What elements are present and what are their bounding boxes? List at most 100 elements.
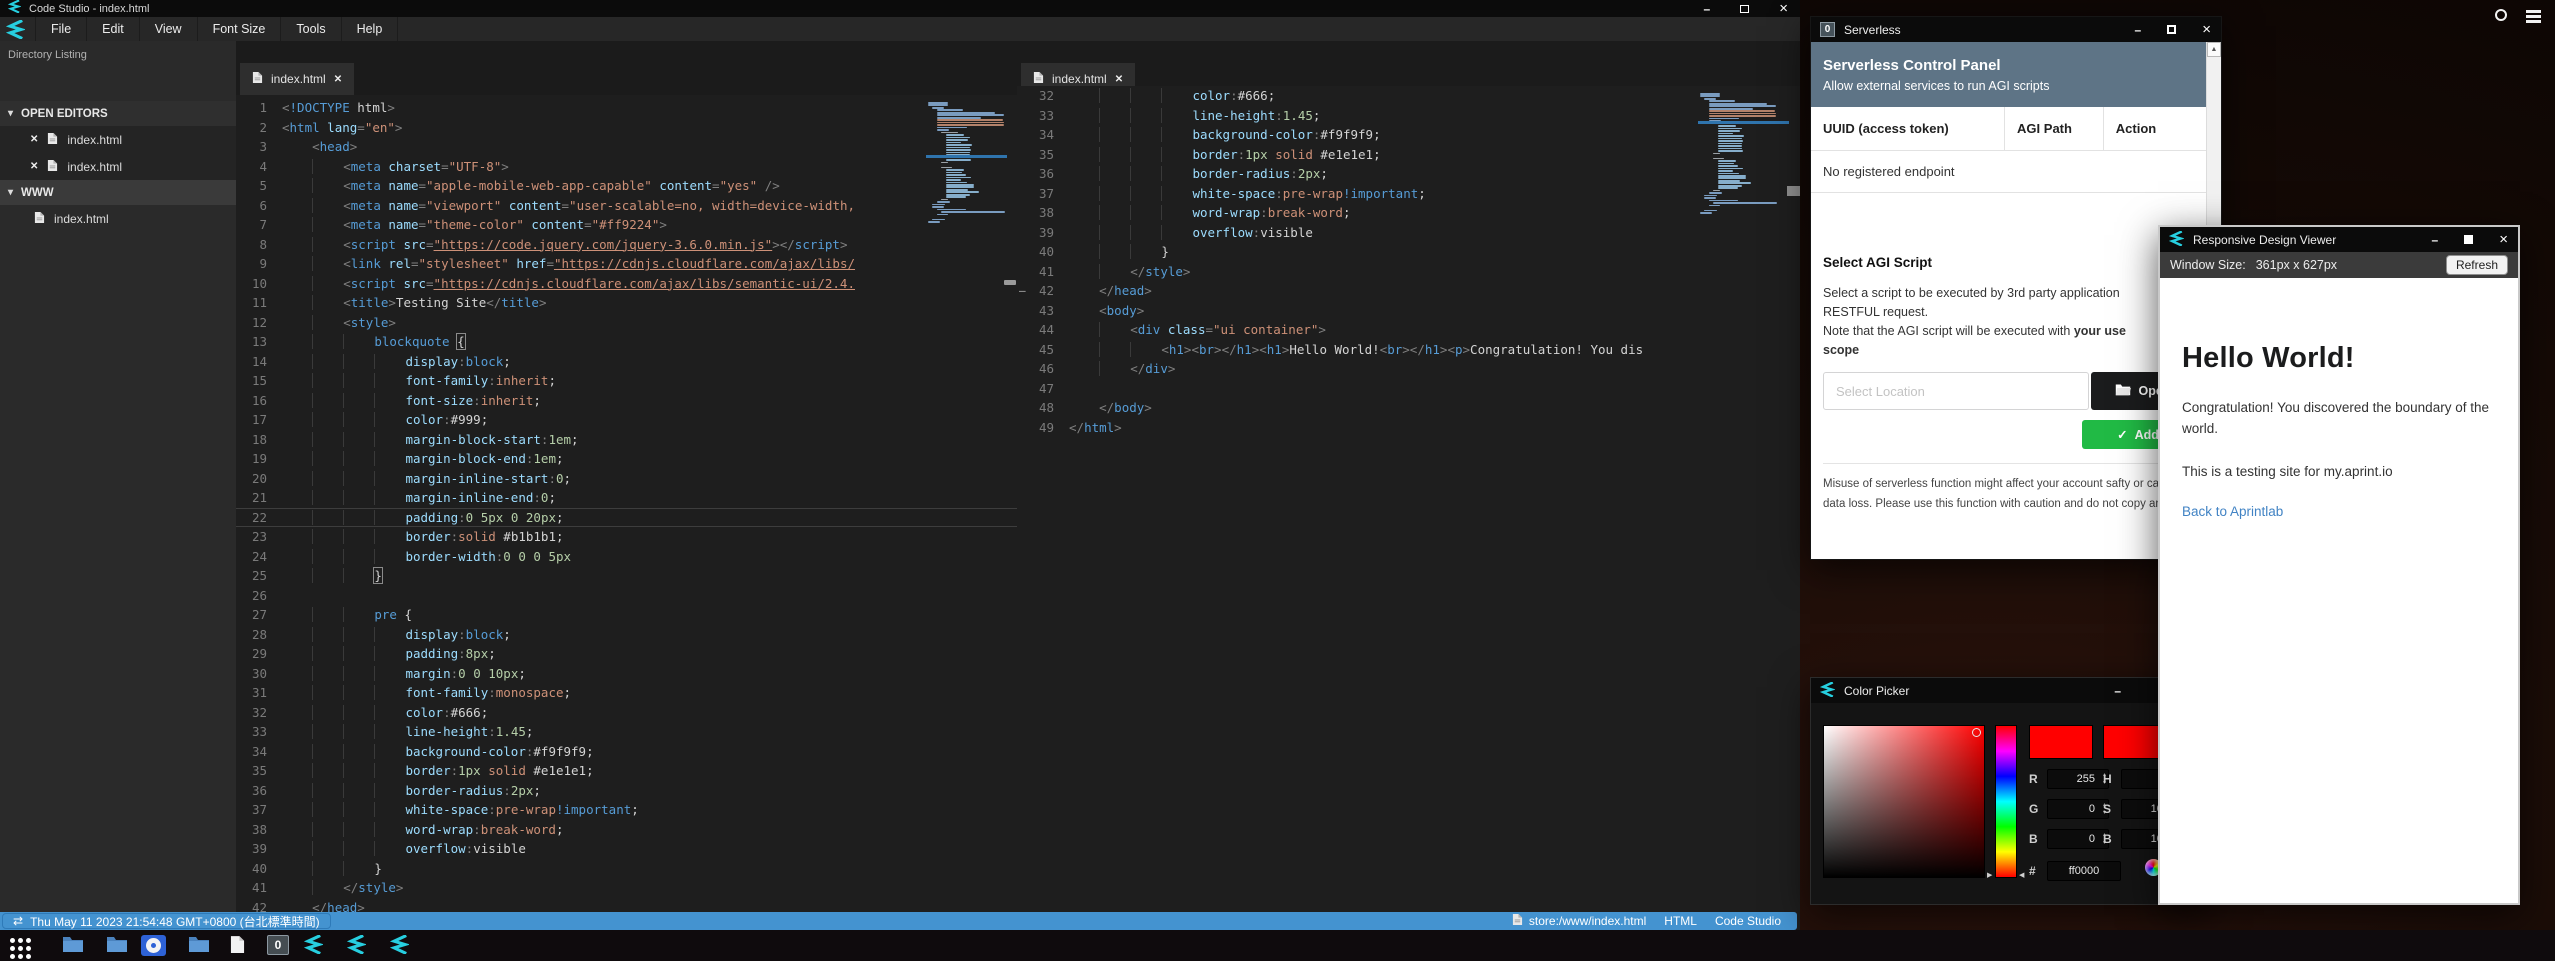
code-line-41[interactable]: 41 </style>	[236, 878, 1017, 898]
code-line-34[interactable]: 34 background-color:#f9f9f9;	[1017, 125, 1800, 145]
code-line-41[interactable]: 41 </style>	[1017, 262, 1800, 282]
code-line-33[interactable]: 33 line-height:1.45;	[1017, 106, 1800, 126]
restore-icon[interactable]	[1740, 5, 1749, 13]
code-line-18[interactable]: 18 margin-block-start:1em;	[236, 430, 1017, 450]
hue-marker-left-icon[interactable]: ▶	[1987, 871, 1992, 879]
code-line-36[interactable]: 36 border-radius:2px;	[1017, 164, 1800, 184]
minimap-1[interactable]	[928, 102, 1005, 224]
code-line-27[interactable]: 27 pre {	[236, 605, 1017, 625]
menu-tools[interactable]: Tools	[281, 17, 341, 41]
close-icon[interactable]: ×	[2499, 232, 2508, 247]
code-line-31[interactable]: 31 font-family:monospace;	[236, 683, 1017, 703]
saturation-cursor-icon[interactable]	[1972, 728, 1981, 737]
code-line-39[interactable]: 39 overflow:visible	[1017, 223, 1800, 243]
taskbar-folder-1-icon[interactable]	[62, 935, 84, 958]
close-tab-icon[interactable]: ✕	[1115, 74, 1123, 85]
taskbar-code-studio-app-2-icon[interactable]	[347, 935, 366, 959]
code-line-42[interactable]: 42 </head>	[236, 898, 1017, 913]
code-line-32[interactable]: 32 color:#666;	[236, 703, 1017, 723]
field-value-input[interactable]: 255▴▾	[2047, 769, 2109, 789]
code-line-44[interactable]: 44 <div class="ui container">	[1017, 320, 1800, 340]
code-line-37[interactable]: 37 white-space:pre-wrap!important;	[236, 800, 1017, 820]
tab-index-html-1[interactable]: index.html ✕	[240, 63, 354, 95]
scrollbar-thumb[interactable]	[1004, 280, 1016, 285]
menu-edit[interactable]: Edit	[87, 17, 140, 41]
minimize-icon[interactable]: –	[2135, 24, 2142, 36]
viewer-title-bar[interactable]: Responsive Design Viewer – ×	[2160, 227, 2518, 252]
code-line-14[interactable]: 14 display:block;	[236, 352, 1017, 372]
code-line-17[interactable]: 17 color:#999;	[236, 410, 1017, 430]
status-datetime[interactable]: ⇄ Thu May 11 2023 21:54:48 GMT+0800 (台北標…	[2, 913, 331, 929]
scrollbar-thumb[interactable]	[1787, 186, 1800, 196]
code-line-33[interactable]: 33 line-height:1.45;	[236, 722, 1017, 742]
minimize-icon[interactable]: –	[1704, 3, 1711, 15]
taskbar-media-app-icon[interactable]	[141, 935, 166, 956]
menu-view[interactable]: View	[140, 17, 198, 41]
close-icon[interactable]: ✕	[30, 161, 38, 172]
status-language[interactable]: HTML	[1664, 914, 1697, 928]
code-line-5[interactable]: 5 <meta name="apple-mobile-web-app-capab…	[236, 176, 1017, 196]
code-line-4[interactable]: 4 <meta charset="UTF-8">	[236, 157, 1017, 177]
sidebar-section-www[interactable]: ▾WWW	[0, 180, 236, 205]
maximize-icon[interactable]	[2167, 25, 2176, 34]
select-location-input[interactable]	[1823, 372, 2089, 410]
color-picker-title-bar[interactable]: Color Picker –	[1811, 678, 2209, 703]
code-line-10[interactable]: 10 <script src="https://cdnjs.cloudflare…	[236, 274, 1017, 294]
hue-slider[interactable]	[1995, 725, 2017, 878]
code-line-38[interactable]: 38 word-wrap:break-word;	[1017, 203, 1800, 223]
close-icon[interactable]: ×	[1779, 1, 1788, 16]
maximize-icon[interactable]	[2464, 235, 2473, 244]
refresh-button[interactable]: Refresh	[2446, 255, 2508, 275]
code-line-43[interactable]: 43 <body>	[1017, 301, 1800, 321]
hamburger-menu-icon[interactable]	[2526, 10, 2541, 25]
taskbar-code-studio-app-1-icon[interactable]	[304, 935, 323, 959]
code-line-46[interactable]: 46 </div>	[1017, 359, 1800, 379]
code-line-45[interactable]: 45 <h1><br></h1><h1>Hello World!<br></h1…	[1017, 340, 1800, 360]
scroll-up-icon[interactable]: ▲	[2207, 42, 2221, 57]
taskbar-app-launcher-icon[interactable]	[10, 938, 31, 959]
menu-font-size[interactable]: Font Size	[198, 17, 282, 41]
code-line-32[interactable]: 32 color:#666;	[1017, 86, 1800, 106]
status-file-path[interactable]: store:/www/index.html	[1512, 913, 1646, 929]
code-line-25[interactable]: 25 }	[236, 566, 1017, 586]
code-line-22[interactable]: 22 padding:0 5px 0 20px;	[236, 508, 1017, 528]
code-line-35[interactable]: 35 border:1px solid #e1e1e1;	[236, 761, 1017, 781]
code-line-11[interactable]: 11 <title>Testing Site</title>	[236, 293, 1017, 313]
fold-icon[interactable]: –	[1019, 281, 1026, 301]
field-value-input[interactable]: 0▴▾	[2047, 829, 2109, 849]
code-line-19[interactable]: 19 margin-block-end:1em;	[236, 449, 1017, 469]
field-value-input[interactable]: 0▴▾	[2047, 799, 2109, 819]
code-line-12[interactable]: 12 <style>	[236, 313, 1017, 333]
loading-circle-icon[interactable]	[2495, 9, 2507, 21]
code-line-15[interactable]: 15 font-family:inherit;	[236, 371, 1017, 391]
taskbar-code-studio-app-3-icon[interactable]	[390, 935, 409, 959]
code-line-16[interactable]: 16 font-size:inherit;	[236, 391, 1017, 411]
code-line-36[interactable]: 36 border-radius:2px;	[236, 781, 1017, 801]
code-line-38[interactable]: 38 word-wrap:break-word;	[236, 820, 1017, 840]
code-editor-1[interactable]: 1<!DOCTYPE html>2<html lang="en">3 <head…	[236, 95, 1017, 912]
code-line-24[interactable]: 24 border-width:0 0 0 5px	[236, 547, 1017, 567]
code-line-6[interactable]: 6 <meta name="viewport" content="user-sc…	[236, 196, 1017, 216]
minimap-2[interactable]	[1700, 93, 1787, 215]
code-line-35[interactable]: 35 border:1px solid #e1e1e1;	[1017, 145, 1800, 165]
minimize-icon[interactable]: –	[2432, 234, 2439, 246]
sidebar-section-open-editors[interactable]: ▾OPEN EDITORS	[0, 101, 236, 126]
code-line-39[interactable]: 39 overflow:visible	[236, 839, 1017, 859]
saturation-field[interactable]	[1823, 725, 1985, 878]
hue-marker-right-icon[interactable]: ◀	[2019, 871, 2024, 879]
taskbar-folder-2-icon[interactable]	[106, 935, 128, 958]
code-editor-2[interactable]: 32 color:#666;33 line-height:1.45;34 bac…	[1017, 86, 1800, 912]
code-line-30[interactable]: 30 margin:0 0 10px;	[236, 664, 1017, 684]
taskbar-folder-3-icon[interactable]	[188, 935, 210, 958]
menu-help[interactable]: Help	[342, 17, 399, 41]
code-line-49[interactable]: 49</html>	[1017, 418, 1800, 438]
code-line-37[interactable]: 37 white-space:pre-wrap!important;	[1017, 184, 1800, 204]
code-line-28[interactable]: 28 display:block;	[236, 625, 1017, 645]
code-line-29[interactable]: 29 padding:8px;	[236, 644, 1017, 664]
code-line-47[interactable]: 47	[1017, 379, 1800, 399]
code-line-34[interactable]: 34 background-color:#f9f9f9;	[236, 742, 1017, 762]
sidebar-file-item[interactable]: ✕index.html	[0, 126, 236, 153]
code-line-21[interactable]: 21 margin-inline-end:0;	[236, 488, 1017, 508]
taskbar-serverless-app-icon[interactable]: 0	[267, 935, 289, 955]
code-line-40[interactable]: 40 }	[236, 859, 1017, 879]
